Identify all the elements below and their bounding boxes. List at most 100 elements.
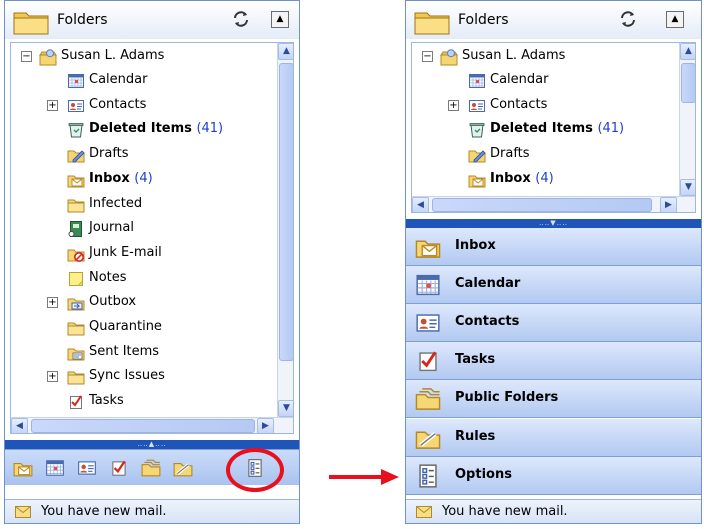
nav-button-options[interactable]: Options: [406, 456, 701, 495]
scroll-down-button[interactable]: ▼: [680, 179, 695, 196]
sent-items-icon: [67, 344, 85, 362]
contacts-icon: [67, 97, 85, 115]
scroll-horizontal-thumb[interactable]: [31, 419, 255, 433]
folder-icon: [67, 196, 85, 214]
scroll-up-button[interactable]: ▲: [680, 43, 695, 60]
folder-tree-vertical-scrollbar[interactable]: ▲ ▼: [679, 43, 695, 196]
contacts-icon: [415, 310, 441, 336]
folder-label-wrap: Inbox (4): [89, 171, 153, 186]
inbox-icon: [67, 171, 85, 189]
folder-label: Drafts: [490, 146, 530, 162]
nav-button-inbox[interactable]: Inbox: [406, 228, 701, 266]
folder-icon: [67, 319, 85, 337]
scroll-horizontal-thumb[interactable]: [432, 198, 652, 212]
expand-toggle[interactable]: +: [47, 297, 58, 309]
drafts-icon: [468, 146, 486, 164]
unread-count: (41): [597, 121, 625, 137]
rules-icon[interactable]: [173, 458, 193, 478]
folder-pane-collapsed-buttons: Folders ▲ − Susan L. Adams Calendar + Cont…: [4, 0, 300, 524]
collapse-root-toggle[interactable]: −: [422, 51, 433, 62]
folder-label-wrap: Calendar: [89, 72, 147, 87]
scroll-thumb[interactable]: [681, 63, 695, 103]
folder-icon: [67, 368, 85, 386]
outbox-icon: [67, 294, 85, 312]
expand-toggle[interactable]: +: [47, 371, 58, 383]
nav-button-rules[interactable]: Rules: [406, 418, 701, 457]
expand-toggle[interactable]: +: [448, 99, 459, 111]
folder-label: Notes: [89, 269, 127, 285]
nav-button-label: Contacts: [455, 314, 520, 330]
folder-icon: [13, 12, 49, 35]
folder-tree-horizontal-scrollbar[interactable]: ◀ ▶: [412, 196, 695, 212]
folder-label-wrap: Deleted Items (41): [490, 121, 624, 136]
folder-icon: [414, 12, 450, 35]
scroll-left-button[interactable]: ◀: [11, 418, 28, 433]
folder-label: Outbox: [89, 294, 137, 310]
folder-label-wrap: Tasks: [89, 393, 124, 408]
tree-root-label: Susan L. Adams: [61, 48, 165, 63]
folder-label-wrap: Deleted Items (41): [89, 121, 223, 136]
folder-label-wrap: Calendar: [490, 72, 548, 87]
notes-icon: [67, 270, 85, 288]
public-folders-icon: [415, 386, 441, 412]
folder-label-wrap: Drafts: [89, 146, 129, 161]
refresh-icon[interactable]: [231, 9, 251, 29]
folder-label-wrap: Outbox: [89, 294, 136, 309]
deleted-items-icon: [67, 121, 85, 139]
folder-label: Drafts: [89, 146, 129, 162]
scroll-thumb[interactable]: [279, 63, 293, 361]
calendar-icon: [415, 272, 441, 298]
folder-label: Deleted Items: [89, 121, 192, 137]
collapse-pane-button[interactable]: ▲: [666, 11, 684, 28]
calendar-icon[interactable]: [45, 458, 65, 478]
folder-label-wrap: Sent Items: [89, 344, 159, 359]
folder-pane-expanded-buttons: Folders ▲ − Susan L. Adams Calendar + Cont…: [405, 0, 702, 524]
folder-tree-vertical-scrollbar[interactable]: ▲ ▼: [277, 43, 293, 417]
folder-tree-horizontal-scrollbar[interactable]: ◀ ▶: [11, 417, 293, 433]
folder-label: Tasks: [89, 393, 124, 409]
collapse-pane-button[interactable]: ▲: [271, 11, 289, 28]
status-text: You have new mail.: [442, 504, 568, 519]
folder-label: Deleted Items: [490, 121, 593, 137]
folder-label-wrap: Inbox (4): [490, 171, 554, 186]
pane-splitter[interactable]: ‥‥▼‥‥: [406, 219, 701, 228]
tasks-icon: [67, 393, 85, 411]
folder-label: Sent Items: [89, 343, 160, 359]
tasks-icon[interactable]: [109, 458, 129, 478]
scroll-up-button[interactable]: ▲: [278, 43, 293, 60]
scroll-right-button[interactable]: ▶: [660, 197, 677, 212]
folder-label-wrap: Contacts: [490, 97, 547, 112]
scroll-right-button[interactable]: ▶: [257, 418, 274, 433]
rules-icon: [415, 425, 441, 451]
options-icon: [415, 463, 441, 489]
deleted-items-icon: [468, 121, 486, 139]
folder-label: Inbox: [490, 170, 531, 186]
refresh-icon[interactable]: [618, 9, 638, 29]
contacts-icon[interactable]: [77, 458, 97, 478]
calendar-icon: [67, 72, 85, 90]
folder-tree[interactable]: − Susan L. Adams Calendar + Contacts Delete…: [411, 42, 696, 213]
inbox-icon[interactable]: [13, 458, 33, 478]
folder-tree[interactable]: − Susan L. Adams Calendar + Contacts Delete…: [10, 42, 294, 434]
mailbox-icon: [39, 48, 57, 66]
unread-count: (41): [196, 121, 224, 137]
nav-button-public-folders[interactable]: Public Folders: [406, 380, 701, 419]
scroll-down-button[interactable]: ▼: [278, 400, 293, 417]
public-folders-icon[interactable]: [141, 458, 161, 478]
folder-label: Inbox: [89, 170, 130, 186]
expand-toggle[interactable]: +: [47, 99, 58, 111]
collapse-root-toggle[interactable]: −: [21, 51, 32, 62]
nav-button-label: Public Folders: [455, 390, 559, 406]
folder-label-wrap: Junk E-mail: [89, 245, 162, 260]
scroll-left-button[interactable]: ◀: [412, 197, 429, 212]
pane-title: Folders: [57, 12, 108, 28]
folder-label: Contacts: [89, 96, 147, 112]
nav-button-calendar[interactable]: Calendar: [406, 266, 701, 305]
nav-button-label: Options: [455, 466, 512, 482]
folder-label-wrap: Quarantine: [89, 319, 162, 334]
folder-label-wrap: Contacts: [89, 97, 146, 112]
folder-label: Journal: [89, 220, 134, 236]
nav-button-tasks[interactable]: Tasks: [406, 342, 701, 381]
journal-icon: [67, 220, 85, 238]
nav-button-contacts[interactable]: Contacts: [406, 304, 701, 343]
